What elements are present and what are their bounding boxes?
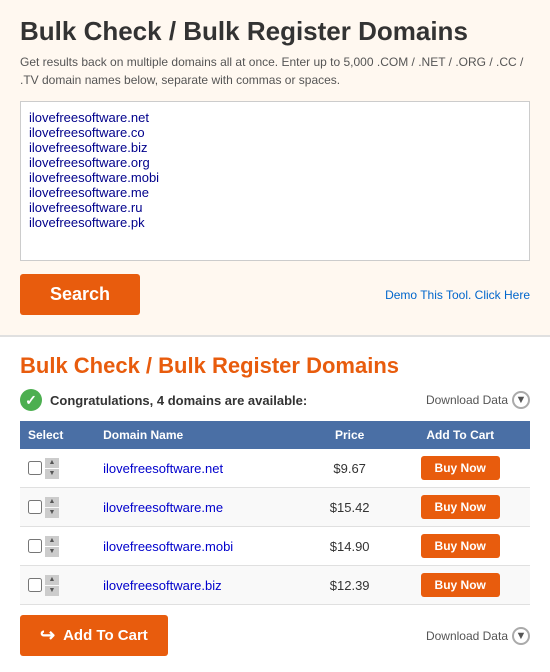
table-row: ▲ ▼ ilovefreesoftware.me $15.42 Buy Now: [20, 488, 530, 527]
cart-icon: ↪: [40, 625, 55, 646]
table-row: ▲ ▼ ilovefreesoftware.biz $12.39 Buy Now: [20, 566, 530, 605]
buy-now-button[interactable]: Buy Now: [421, 534, 500, 558]
select-cell: ▲ ▼: [28, 458, 87, 479]
domain-name-link[interactable]: ilovefreesoftware.biz: [103, 578, 222, 593]
sort-arrows: ▲ ▼: [45, 458, 59, 479]
demo-link[interactable]: Demo This Tool. Click Here: [385, 288, 530, 302]
col-select: Select: [20, 421, 95, 449]
add-to-cart-label: Add To Cart: [63, 627, 148, 644]
sort-arrows: ▲ ▼: [45, 497, 59, 518]
search-button[interactable]: Search: [20, 274, 140, 315]
results-title: Bulk Check / Bulk Register Domains: [20, 353, 530, 379]
price-cell: $12.39: [309, 566, 391, 605]
col-domain: Domain Name: [95, 421, 309, 449]
download-icon-top: ▼: [512, 391, 530, 409]
select-cell: ▲ ▼: [28, 575, 87, 596]
domain-table: Select Domain Name Price Add To Cart ▲ ▼…: [20, 421, 530, 605]
domain-name-link[interactable]: ilovefreesoftware.mobi: [103, 539, 233, 554]
domain-textarea[interactable]: [20, 101, 530, 261]
sort-up-btn[interactable]: ▲: [45, 536, 59, 546]
add-to-cart-button[interactable]: ↪ Add To Cart: [20, 615, 168, 656]
row-checkbox[interactable]: [28, 500, 42, 514]
row-checkbox[interactable]: [28, 539, 42, 553]
col-cart: Add To Cart: [390, 421, 530, 449]
price-cell: $9.67: [309, 449, 391, 488]
table-header-row: Select Domain Name Price Add To Cart: [20, 421, 530, 449]
sort-down-btn[interactable]: ▼: [45, 469, 59, 479]
col-price: Price: [309, 421, 391, 449]
download-data-top[interactable]: Download Data ▼: [426, 391, 530, 409]
price-cell: $14.90: [309, 527, 391, 566]
sort-down-btn[interactable]: ▼: [45, 586, 59, 596]
select-cell: ▲ ▼: [28, 497, 87, 518]
sort-up-btn[interactable]: ▲: [45, 575, 59, 585]
row-checkbox[interactable]: [28, 578, 42, 592]
download-label-bottom: Download Data: [426, 629, 508, 643]
download-data-bottom[interactable]: Download Data ▼: [426, 627, 530, 645]
buy-now-button[interactable]: Buy Now: [421, 573, 500, 597]
select-cell: ▲ ▼: [28, 536, 87, 557]
download-label-top: Download Data: [426, 393, 508, 407]
table-row: ▲ ▼ ilovefreesoftware.mobi $14.90 Buy No…: [20, 527, 530, 566]
sort-up-btn[interactable]: ▲: [45, 497, 59, 507]
download-icon-bottom: ▼: [512, 627, 530, 645]
price-cell: $15.42: [309, 488, 391, 527]
sort-down-btn[interactable]: ▼: [45, 547, 59, 557]
domain-name-link[interactable]: ilovefreesoftware.me: [103, 500, 223, 515]
page-title: Bulk Check / Bulk Register Domains: [20, 16, 530, 47]
page-subtitle: Get results back on multiple domains all…: [20, 53, 530, 89]
sort-down-btn[interactable]: ▼: [45, 508, 59, 518]
success-icon: ✓: [20, 389, 42, 411]
domain-name-link[interactable]: ilovefreesoftware.net: [103, 461, 223, 476]
sort-arrows: ▲ ▼: [45, 536, 59, 557]
sort-up-btn[interactable]: ▲: [45, 458, 59, 468]
sort-arrows: ▲ ▼: [45, 575, 59, 596]
congrats-text: Congratulations, 4 domains are available…: [50, 393, 307, 408]
row-checkbox[interactable]: [28, 461, 42, 475]
buy-now-button[interactable]: Buy Now: [421, 495, 500, 519]
table-row: ▲ ▼ ilovefreesoftware.net $9.67 Buy Now: [20, 449, 530, 488]
buy-now-button[interactable]: Buy Now: [421, 456, 500, 480]
